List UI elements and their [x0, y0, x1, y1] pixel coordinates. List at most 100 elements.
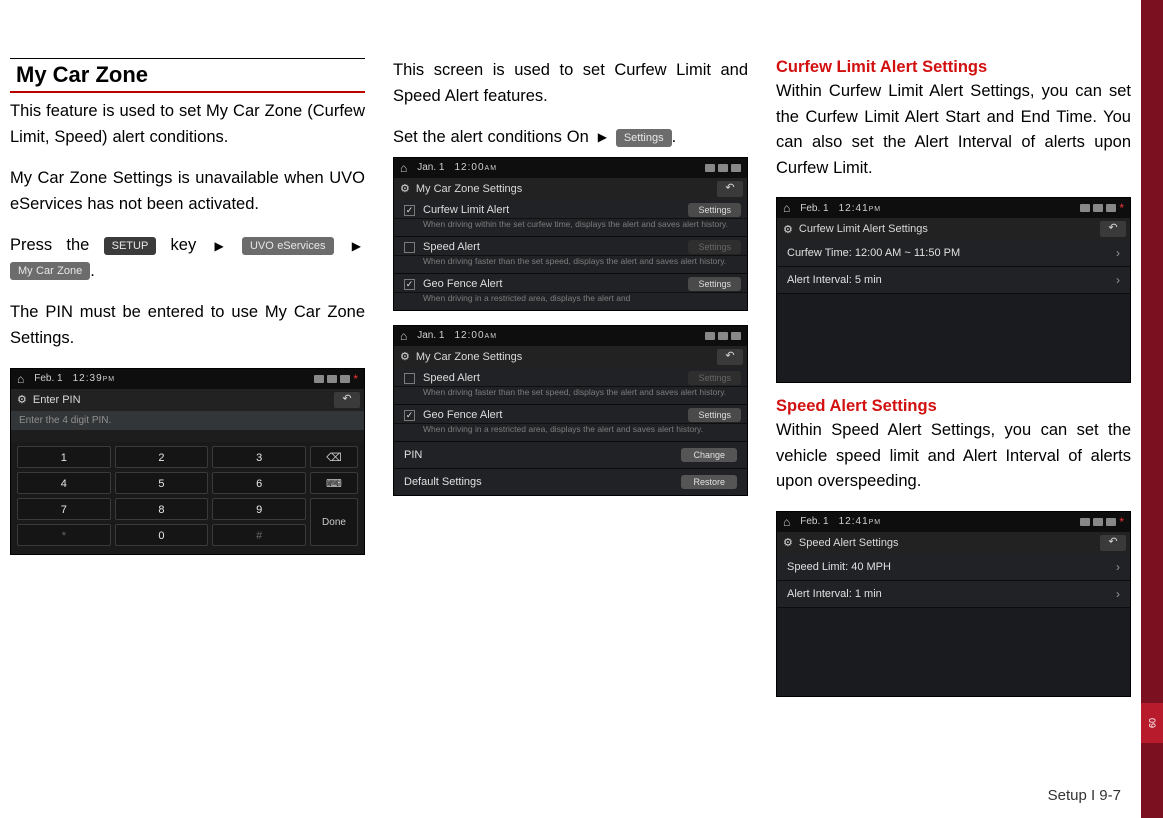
- speed-desc: When driving faster than the set speed, …: [394, 256, 747, 274]
- default-row[interactable]: Default Settings Restore: [394, 469, 747, 495]
- geo-checkbox[interactable]: ✓: [404, 279, 415, 290]
- geo-row[interactable]: ✓ Geo Fence Alert Settings: [394, 405, 747, 424]
- back-button[interactable]: ↶: [1100, 535, 1126, 551]
- key-hash: #: [212, 524, 306, 546]
- key-5[interactable]: 5: [115, 472, 209, 494]
- gear-icon: ⚙: [783, 223, 793, 236]
- key-star: *: [17, 524, 111, 546]
- status-time: 12:39PM: [73, 373, 116, 384]
- key-3[interactable]: 3: [212, 446, 306, 468]
- back-button[interactable]: ↶: [717, 181, 743, 197]
- screen-title: My Car Zone Settings: [416, 351, 522, 363]
- arrow-icon: ▶: [214, 237, 223, 256]
- column-3: Curfew Limit Alert Settings Within Curfe…: [776, 58, 1131, 788]
- intro-paragraph-1: This feature is used to set My Car Zone …: [10, 99, 365, 150]
- screen-title-bar: ⚙ Speed Alert Settings ↶: [777, 532, 1130, 554]
- star-icon: *: [1119, 515, 1124, 529]
- pin-change-button[interactable]: Change: [681, 448, 737, 462]
- curfew-time-row[interactable]: Curfew Time: 12:00 AM ~ 11:50 PM ›: [777, 240, 1130, 267]
- screen-title: Speed Alert Settings: [799, 537, 899, 549]
- home-icon[interactable]: ⌂: [783, 515, 790, 529]
- alert-interval-row[interactable]: Alert Interval: 5 min ›: [777, 267, 1130, 294]
- nav-text-2: key: [171, 236, 211, 254]
- col2-paragraph-2: Set the alert conditions On ▶ Settings.: [393, 125, 748, 151]
- chevron-right-icon: ›: [1116, 273, 1120, 287]
- key-8[interactable]: 8: [115, 498, 209, 520]
- chevron-right-icon: ›: [1116, 560, 1120, 574]
- status-bar: ⌂ Feb. 1 12:41PM *: [777, 198, 1130, 218]
- screenshot-speed-settings: ⌂ Feb. 1 12:41PM * ⚙ Speed Alert Setting…: [776, 511, 1131, 697]
- home-icon[interactable]: ⌂: [17, 372, 24, 386]
- battery-icon: [705, 164, 715, 172]
- curfew-subtitle: Curfew Limit Alert Settings: [776, 58, 1131, 77]
- curfew-checkbox[interactable]: ✓: [404, 205, 415, 216]
- keyboard-key[interactable]: ⌨: [310, 472, 358, 494]
- speed-checkbox[interactable]: [404, 242, 415, 253]
- back-button[interactable]: ↶: [334, 392, 360, 408]
- geo-settings-button[interactable]: Settings: [688, 277, 741, 291]
- done-key[interactable]: Done: [310, 498, 358, 546]
- pin-row[interactable]: PIN Change: [394, 442, 747, 469]
- indicator-icon: [1106, 204, 1116, 212]
- key-0[interactable]: 0: [115, 524, 209, 546]
- signal-icon: [718, 164, 728, 172]
- keypad: 1 2 3 4 5 6 7 8 9 * 0 # ⌫: [11, 442, 364, 554]
- uvo-eservices-button: UVO eServices: [242, 237, 334, 255]
- speed-row[interactable]: Speed Alert Settings: [394, 237, 747, 256]
- gear-icon: ⚙: [783, 536, 793, 549]
- geo-settings-button[interactable]: Settings: [688, 408, 741, 422]
- section-title: My Car Zone: [10, 58, 365, 93]
- status-date: Jan. 1: [417, 330, 444, 341]
- speed-settings-button: Settings: [688, 371, 741, 385]
- status-time: 12:00AM: [455, 330, 498, 341]
- key-7[interactable]: 7: [17, 498, 111, 520]
- alert-interval-value: Alert Interval: 5 min: [787, 274, 882, 286]
- key-6[interactable]: 6: [212, 472, 306, 494]
- back-button[interactable]: ↶: [717, 349, 743, 365]
- column-1: My Car Zone This feature is used to set …: [10, 58, 365, 788]
- battery-icon: [1080, 518, 1090, 526]
- backspace-key[interactable]: ⌫: [310, 446, 358, 468]
- geo-checkbox[interactable]: ✓: [404, 410, 415, 421]
- geo-desc: When driving in a restricted area, displ…: [394, 293, 747, 310]
- screenshot-enter-pin: ⌂ Feb. 1 12:39PM * ⚙ Enter PIN ↶ Enter t…: [10, 368, 365, 555]
- key-9[interactable]: 9: [212, 498, 306, 520]
- key-4[interactable]: 4: [17, 472, 111, 494]
- speed-checkbox[interactable]: [404, 373, 415, 384]
- curfew-row[interactable]: ✓ Curfew Limit Alert Settings: [394, 200, 747, 219]
- curfew-time-value: Curfew Time: 12:00 AM ~ 11:50 PM: [787, 247, 960, 259]
- geo-label: Geo Fence Alert: [423, 409, 503, 421]
- pin-placeholder[interactable]: Enter the 4 digit PIN.: [11, 411, 364, 430]
- screenshot-settings-top: ⌂ Jan. 1 12:00AM ⚙ My Car Zone Settings …: [393, 157, 748, 311]
- arrow-icon: ▶: [598, 128, 607, 147]
- speed-row[interactable]: Speed Alert Settings: [394, 368, 747, 387]
- key-2[interactable]: 2: [115, 446, 209, 468]
- indicator-icon: [731, 332, 741, 340]
- status-bar: ⌂ Jan. 1 12:00AM: [394, 158, 747, 178]
- home-icon[interactable]: ⌂: [400, 329, 407, 343]
- empty-area: [777, 608, 1130, 696]
- speed-subtitle: Speed Alert Settings: [776, 397, 1131, 416]
- setup-key-button: SETUP: [104, 237, 157, 255]
- speed-desc: When driving faster than the set speed, …: [394, 387, 747, 405]
- signal-icon: [718, 332, 728, 340]
- back-button[interactable]: ↶: [1100, 221, 1126, 237]
- curfew-settings-button[interactable]: Settings: [688, 203, 741, 217]
- home-icon[interactable]: ⌂: [400, 161, 407, 175]
- speed-limit-row[interactable]: Speed Limit: 40 MPH ›: [777, 554, 1130, 581]
- manual-page: 09 My Car Zone This feature is used to s…: [0, 0, 1163, 818]
- home-icon[interactable]: ⌂: [783, 201, 790, 215]
- my-car-zone-button: My Car Zone: [10, 262, 90, 280]
- alert-interval-row[interactable]: Alert Interval: 1 min ›: [777, 581, 1130, 608]
- col2-text-2a: Set the alert conditions On: [393, 128, 594, 146]
- status-time: 12:00AM: [455, 162, 498, 173]
- nav-instruction: Press the SETUP key ▶ UVO eServices ▶ My…: [10, 233, 365, 284]
- key-1[interactable]: 1: [17, 446, 111, 468]
- geo-row[interactable]: ✓ Geo Fence Alert Settings: [394, 274, 747, 293]
- indicator-icon: [1106, 518, 1116, 526]
- signal-icon: [1093, 204, 1103, 212]
- nav-text-1: Press the: [10, 236, 104, 254]
- signal-icon: [327, 375, 337, 383]
- default-restore-button[interactable]: Restore: [681, 475, 737, 489]
- screenshot-settings-bottom: ⌂ Jan. 1 12:00AM ⚙ My Car Zone Settings …: [393, 325, 748, 496]
